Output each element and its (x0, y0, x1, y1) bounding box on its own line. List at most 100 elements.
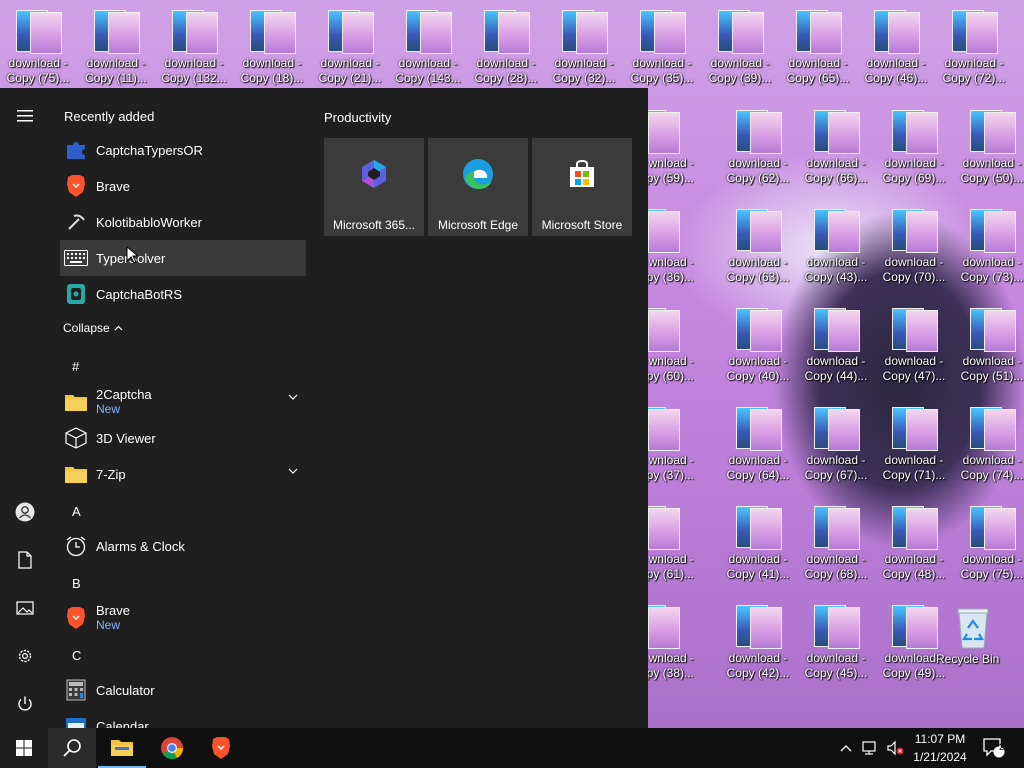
network-status-button[interactable] (860, 728, 882, 768)
puzzle-icon (64, 138, 88, 162)
brave-lion-icon (212, 737, 230, 759)
image-thumbnail-icon (328, 10, 374, 54)
power-icon (18, 696, 32, 711)
user-avatar-icon (15, 502, 35, 522)
desktop-file-icon[interactable]: download - Copy (64)... (720, 397, 796, 487)
folder-icon (64, 390, 88, 414)
desktop-file-icon[interactable]: download - Copy (75)... (954, 496, 1024, 586)
desktop-file-icon[interactable]: download - Copy (65)... (780, 0, 856, 90)
app-brave[interactable]: Brave New (60, 598, 306, 638)
desktop-file-icon[interactable]: download - Copy (71)... (876, 397, 952, 487)
desktop-file-icon[interactable]: download - Copy (69)... (876, 100, 952, 190)
app-calculator[interactable]: Calculator (60, 672, 306, 708)
desktop-file-icon[interactable]: download - Copy (28)... (468, 0, 544, 90)
picture-icon (16, 601, 34, 615)
hamburger-menu-button[interactable] (0, 94, 50, 138)
desktop-file-icon[interactable]: download - Copy (66)... (798, 100, 874, 190)
gear-icon (18, 649, 32, 663)
desktop-file-icon[interactable]: download - Copy (48)... (876, 496, 952, 586)
folder-7zip[interactable]: 7-Zip (60, 456, 306, 492)
desktop-file-icon[interactable]: download - Copy (11)... (78, 0, 154, 90)
folder-2captcha[interactable]: 2Captcha New (60, 382, 306, 422)
desktop-file-label: download - Copy (32)... (552, 56, 616, 85)
tile-microsoft-365[interactable]: Microsoft 365... (324, 138, 424, 236)
documents-button[interactable] (0, 538, 50, 582)
pickaxe-icon (64, 210, 88, 234)
start-button[interactable] (0, 728, 48, 768)
show-hidden-icons-button[interactable] (836, 728, 856, 768)
settings-button[interactable] (0, 634, 50, 678)
letter-header-a[interactable]: A (72, 504, 81, 519)
app-calendar[interactable]: Calendar (60, 708, 306, 728)
desktop-file-icon[interactable]: download - Copy (44)... (798, 298, 874, 388)
image-thumbnail-icon (562, 10, 608, 54)
search-button[interactable] (48, 728, 96, 768)
taskbar-brave[interactable] (197, 728, 245, 768)
desktop-file-icon[interactable]: download - Copy (40)... (720, 298, 796, 388)
cube-icon (64, 426, 88, 450)
app-3d-viewer[interactable]: 3D Viewer (60, 420, 306, 456)
app-alarms-clock[interactable]: Alarms & Clock (60, 528, 306, 564)
image-thumbnail-icon (640, 10, 686, 54)
tile-microsoft-store[interactable]: Microsoft Store (532, 138, 632, 236)
letter-header-b[interactable]: B (72, 576, 81, 591)
desktop-file-icon[interactable]: download - Copy (67)... (798, 397, 874, 487)
letter-header-hash[interactable]: # (72, 359, 79, 374)
desktop-file-label: download - Copy (72)... (942, 56, 1006, 85)
desktop-file-icon[interactable]: download - Copy (32)... (546, 0, 622, 90)
letter-header-c[interactable]: C (72, 648, 81, 663)
desktop-file-icon[interactable]: download - Copy (72)... (936, 0, 1012, 90)
folder-icon (64, 462, 88, 486)
folder-icon (111, 740, 133, 756)
app-kolotibabloworker[interactable]: KolotibabloWorker (60, 204, 306, 240)
desktop-file-icon[interactable]: download - Copy (45)... (798, 595, 874, 685)
desktop-file-label: download - Copy (39)... (708, 56, 772, 85)
desktop-file-icon[interactable]: download - Copy (21)... (312, 0, 388, 90)
desktop-file-label: download - Copy (50)... (960, 156, 1024, 185)
desktop-file-icon[interactable]: download - Copy (68)... (798, 496, 874, 586)
desktop-file-icon[interactable]: download - Copy (132... (156, 0, 232, 90)
desktop-file-icon[interactable]: download - Copy (47)... (876, 298, 952, 388)
desktop-file-icon[interactable]: download - Copy (75)... (0, 0, 76, 90)
desktop-file-icon[interactable]: download - Copy (51)... (954, 298, 1024, 388)
desktop-file-icon[interactable]: download - Copy (62)... (720, 100, 796, 190)
desktop-file-icon[interactable]: download - Copy (63)... (720, 199, 796, 289)
app-captchatypersor[interactable]: CaptchaTypersOR (60, 132, 306, 168)
pictures-button[interactable] (0, 586, 50, 630)
recycle-bin-label: Recycle Bin (936, 652, 1000, 666)
image-thumbnail-icon (736, 605, 782, 649)
taskbar-chrome[interactable] (148, 728, 196, 768)
desktop-file-icon[interactable]: download - Copy (41)... (720, 496, 796, 586)
tile-microsoft-edge[interactable]: Microsoft Edge (428, 138, 528, 236)
taskbar-clock[interactable]: 11:07 PM 1/21/2024 (905, 730, 975, 766)
power-button[interactable] (0, 682, 50, 726)
desktop-file-icon[interactable]: download - Copy (46)... (858, 0, 934, 90)
brave-lion-icon (64, 606, 88, 630)
collapse-button[interactable]: Collapse (63, 321, 123, 335)
desktop-file-icon[interactable]: download - Copy (43)... (798, 199, 874, 289)
taskbar-file-explorer[interactable] (98, 728, 146, 768)
volume-button[interactable] (884, 728, 906, 768)
app-typersolver[interactable]: TyperSolver (60, 240, 306, 276)
desktop-file-icon[interactable]: download - Copy (35)... (624, 0, 700, 90)
desktop-file-icon[interactable]: download - Copy (70)... (876, 199, 952, 289)
recycle-bin[interactable]: Recycle Bin (936, 598, 1012, 688)
desktop-file-icon[interactable]: download - Copy (39)... (702, 0, 778, 90)
app-captchabotrs[interactable]: CaptchaBotRS (60, 276, 306, 312)
desktop-file-icon[interactable]: download - Copy (73)... (954, 199, 1024, 289)
desktop-file-icon[interactable]: download - Copy (18)... (234, 0, 310, 90)
recycle-bin-icon (957, 608, 989, 649)
edge-icon (463, 159, 493, 189)
desktop-file-icon[interactable]: download - Copy (50)... (954, 100, 1024, 190)
image-thumbnail-icon (736, 506, 782, 550)
action-center-button[interactable]: 2 (980, 728, 1008, 768)
desktop-file-icon[interactable]: download - Copy (42)... (720, 595, 796, 685)
app-brave-recent[interactable]: Brave (60, 168, 306, 204)
desktop-file-icon[interactable]: download - Copy (143... (390, 0, 466, 90)
calendar-icon (64, 714, 88, 728)
desktop-file-icon[interactable]: download - Copy (74)... (954, 397, 1024, 487)
desktop-file-label: download - Copy (65)... (786, 56, 850, 85)
user-account-button[interactable] (0, 490, 50, 534)
image-thumbnail-icon (736, 308, 782, 352)
desktop-file-label: download - Copy (62)... (726, 156, 790, 185)
